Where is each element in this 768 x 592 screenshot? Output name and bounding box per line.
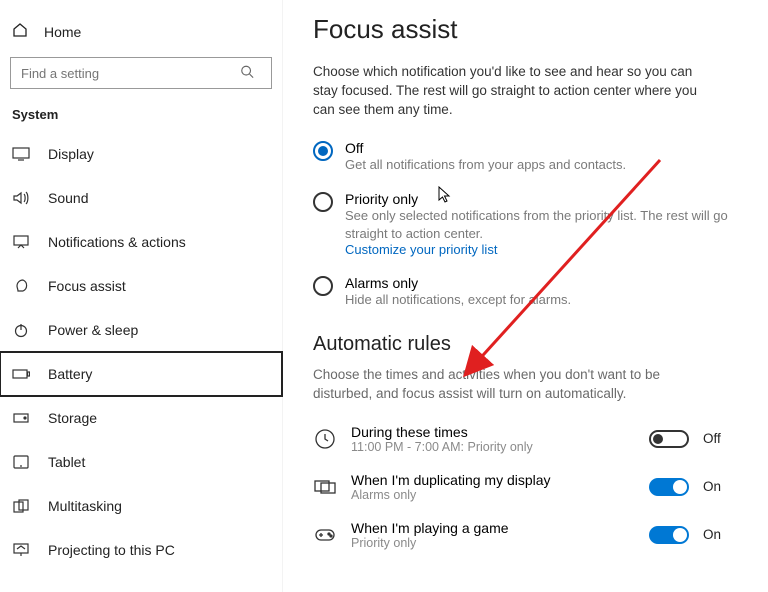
sidebar-item-focus-assist[interactable]: Focus assist bbox=[0, 264, 282, 308]
search-input[interactable] bbox=[10, 57, 272, 89]
customize-priority-link[interactable]: Customize your priority list bbox=[345, 242, 733, 257]
home-label: Home bbox=[44, 24, 81, 40]
sidebar-section-title: System bbox=[12, 107, 282, 122]
settings-content: Focus assist Choose which notification y… bbox=[283, 0, 768, 592]
rule-toggle[interactable] bbox=[649, 478, 689, 496]
radio-desc: Get all notifications from your apps and… bbox=[345, 156, 626, 174]
storage-icon bbox=[12, 413, 30, 423]
sound-icon bbox=[12, 190, 30, 206]
home-icon bbox=[12, 22, 28, 41]
automatic-rules-heading: Automatic rules bbox=[313, 333, 738, 356]
notifications-icon bbox=[12, 235, 30, 249]
automatic-rules-intro: Choose the times and activities when you… bbox=[313, 366, 723, 404]
rule-subtitle: 11:00 PM - 7:00 AM: Priority only bbox=[351, 440, 635, 454]
battery-icon bbox=[12, 368, 30, 380]
power-icon bbox=[12, 322, 30, 338]
sidebar-item-projecting[interactable]: Projecting to this PC bbox=[0, 528, 282, 572]
rule-playing-game[interactable]: When I'm playing a game Priority only On bbox=[313, 520, 733, 550]
sidebar-item-notifications[interactable]: Notifications & actions bbox=[0, 220, 282, 264]
sidebar-item-sound[interactable]: Sound bbox=[0, 176, 282, 220]
sidebar-item-battery[interactable]: Battery bbox=[0, 352, 282, 396]
display-icon bbox=[12, 147, 30, 161]
page-title: Focus assist bbox=[313, 14, 738, 45]
rule-toggle-label: On bbox=[703, 479, 733, 494]
rule-duplicating-display[interactable]: When I'm duplicating my display Alarms o… bbox=[313, 472, 733, 502]
sidebar-item-power-sleep[interactable]: Power & sleep bbox=[0, 308, 282, 352]
sidebar-item-storage[interactable]: Storage bbox=[0, 396, 282, 440]
rule-toggle-label: On bbox=[703, 527, 733, 542]
page-intro: Choose which notification you'd like to … bbox=[313, 63, 713, 120]
rule-toggle[interactable] bbox=[649, 430, 689, 448]
home-nav[interactable]: Home bbox=[0, 14, 282, 49]
radio-desc: See only selected notifications from the… bbox=[345, 207, 733, 242]
radio-title: Off bbox=[345, 140, 626, 156]
settings-sidebar: Home System Display Sound Notific bbox=[0, 0, 283, 592]
radio-priority-only[interactable]: Priority only See only selected notifica… bbox=[313, 191, 733, 257]
rule-toggle[interactable] bbox=[649, 526, 689, 544]
focus-assist-icon bbox=[12, 278, 30, 294]
sidebar-item-multitasking[interactable]: Multitasking bbox=[0, 484, 282, 528]
sidebar-item-label: Projecting to this PC bbox=[48, 542, 175, 558]
radio-icon bbox=[313, 192, 333, 212]
radio-desc: Hide all notifications, except for alarm… bbox=[345, 291, 571, 309]
radio-icon bbox=[313, 141, 333, 161]
focus-mode-radio-group: Off Get all notifications from your apps… bbox=[313, 140, 738, 309]
sidebar-item-label: Sound bbox=[48, 190, 88, 206]
tablet-icon bbox=[12, 455, 30, 469]
rule-title: When I'm playing a game bbox=[351, 520, 635, 536]
rule-subtitle: Priority only bbox=[351, 536, 635, 550]
multitasking-icon bbox=[12, 499, 30, 513]
radio-title: Alarms only bbox=[345, 275, 571, 291]
duplicate-display-icon bbox=[313, 475, 337, 499]
radio-title: Priority only bbox=[345, 191, 733, 207]
radio-alarms-only[interactable]: Alarms only Hide all notifications, exce… bbox=[313, 275, 733, 309]
radio-icon bbox=[313, 276, 333, 296]
sidebar-item-label: Storage bbox=[48, 410, 97, 426]
sidebar-item-label: Tablet bbox=[48, 454, 85, 470]
rule-subtitle: Alarms only bbox=[351, 488, 635, 502]
sidebar-item-label: Battery bbox=[48, 366, 92, 382]
sidebar-item-tablet[interactable]: Tablet bbox=[0, 440, 282, 484]
sidebar-item-display[interactable]: Display bbox=[0, 132, 282, 176]
rule-during-these-times[interactable]: During these times 11:00 PM - 7:00 AM: P… bbox=[313, 424, 733, 454]
sidebar-item-label: Notifications & actions bbox=[48, 234, 186, 250]
rule-title: When I'm duplicating my display bbox=[351, 472, 635, 488]
rule-toggle-label: Off bbox=[703, 431, 733, 446]
sidebar-item-label: Power & sleep bbox=[48, 322, 138, 338]
sidebar-item-label: Multitasking bbox=[48, 498, 122, 514]
sidebar-item-label: Display bbox=[48, 146, 94, 162]
radio-off[interactable]: Off Get all notifications from your apps… bbox=[313, 140, 733, 174]
projecting-icon bbox=[12, 543, 30, 557]
clock-icon bbox=[313, 427, 337, 451]
sidebar-item-label: Focus assist bbox=[48, 278, 126, 294]
rule-title: During these times bbox=[351, 424, 635, 440]
gamepad-icon bbox=[313, 523, 337, 547]
search-row bbox=[10, 57, 272, 89]
sidebar-nav: Display Sound Notifications & actions Fo… bbox=[0, 132, 282, 572]
